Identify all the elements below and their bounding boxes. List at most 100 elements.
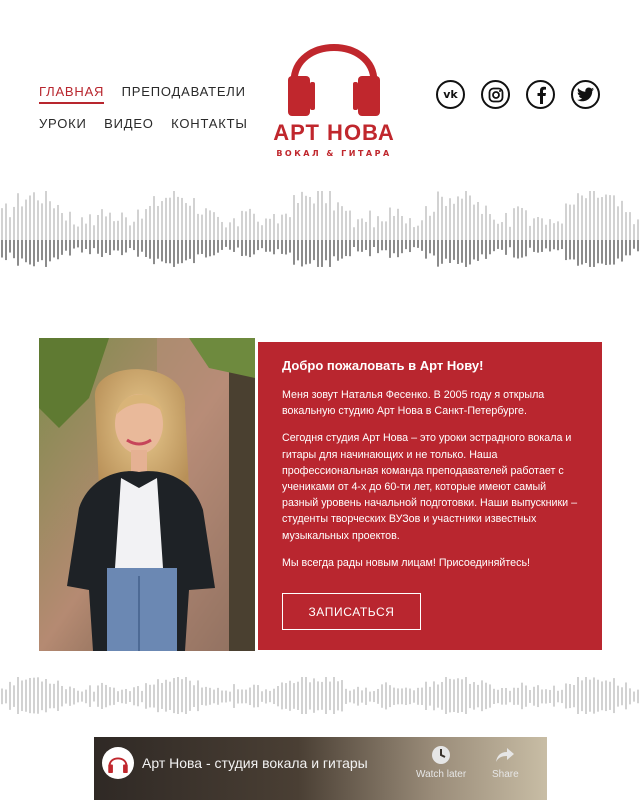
wave-bar xyxy=(105,216,107,240)
wave-bar xyxy=(137,686,139,697)
wave-bar xyxy=(177,240,179,264)
wave-bar xyxy=(577,677,579,697)
wave-bar xyxy=(489,697,491,708)
wave-bar xyxy=(185,240,187,261)
wave-bar xyxy=(537,685,539,697)
vk-icon[interactable]: vk xyxy=(436,80,465,109)
wave-bar xyxy=(201,214,203,240)
wave-bar xyxy=(501,222,503,240)
wave-bar xyxy=(189,205,191,240)
watch-later-button[interactable]: Watch later xyxy=(416,745,466,780)
nav-link-teachers[interactable]: ПРЕПОДАВАТЕЛИ xyxy=(122,84,246,102)
wave-bar xyxy=(17,697,19,714)
wave-bar xyxy=(505,240,507,255)
wave-bar xyxy=(181,679,183,697)
wave-bar xyxy=(53,240,55,258)
wave-bar xyxy=(273,697,275,705)
signup-button[interactable]: ЗАПИСАТЬСЯ xyxy=(282,593,421,630)
wave-bar xyxy=(441,240,443,264)
instagram-icon[interactable] xyxy=(481,80,510,109)
site-logo[interactable]: АРТ НОВА ВОКАЛ & ГИТАРА xyxy=(272,20,396,170)
wave-bar xyxy=(613,697,615,714)
wave-bar xyxy=(453,240,455,260)
wave-bar xyxy=(469,683,471,697)
channel-avatar[interactable] xyxy=(102,747,134,779)
wave-bar xyxy=(497,240,499,249)
wave-bar xyxy=(57,240,59,260)
wave-bar xyxy=(213,689,215,697)
wave-bar xyxy=(425,206,427,240)
wave-bar xyxy=(541,689,543,697)
wave-bar xyxy=(181,697,183,713)
wave-bar xyxy=(81,217,83,240)
wave-bar xyxy=(133,221,135,240)
wave-bar xyxy=(393,697,395,705)
wave-bar xyxy=(241,697,243,704)
wave-bar xyxy=(121,697,123,704)
wave-bar xyxy=(637,697,639,704)
wave-bar xyxy=(177,697,179,714)
wave-bar xyxy=(473,204,475,240)
wave-bar xyxy=(153,684,155,697)
wave-bar xyxy=(421,697,423,705)
wave-bar xyxy=(333,240,335,257)
wave-bar xyxy=(93,225,95,240)
wave-bar xyxy=(557,240,559,251)
wave-bar xyxy=(21,240,23,259)
wave-bar xyxy=(421,220,423,240)
wave-bar xyxy=(185,203,187,240)
wave-bar xyxy=(13,240,15,259)
wave-bar xyxy=(405,240,407,250)
wave-bar xyxy=(617,697,619,707)
wave-bar xyxy=(573,240,575,260)
wave-bar xyxy=(33,697,35,714)
wave-bar xyxy=(285,240,287,255)
nav-link-contacts[interactable]: КОНТАКТЫ xyxy=(171,116,248,134)
share-button[interactable]: Share xyxy=(492,745,519,780)
facebook-icon[interactable] xyxy=(526,80,555,109)
wave-bar xyxy=(561,240,563,250)
wave-bar xyxy=(385,221,387,240)
wave-bar xyxy=(321,191,323,240)
wave-bar xyxy=(357,240,359,252)
wave-bar xyxy=(449,240,451,263)
wave-bar xyxy=(185,697,187,714)
youtube-video-embed[interactable]: Арт Нова - студия вокала и гитары Watch … xyxy=(94,737,547,800)
waveform-divider-bottom xyxy=(0,676,640,718)
wave-bar xyxy=(261,240,263,249)
wave-bar xyxy=(329,191,331,240)
wave-bar xyxy=(309,196,311,240)
wave-bar xyxy=(613,195,615,240)
video-title[interactable]: Арт Нова - студия вокала и гитары xyxy=(142,755,368,771)
wave-bar xyxy=(221,240,223,250)
wave-bar xyxy=(349,697,351,703)
wave-bar xyxy=(33,192,35,240)
wave-bar xyxy=(521,207,523,240)
wave-bar xyxy=(77,226,79,240)
wave-bar xyxy=(45,191,47,240)
wave-bar xyxy=(25,240,27,263)
wave-bar xyxy=(37,200,39,240)
wave-bar xyxy=(117,220,119,240)
wave-bar xyxy=(433,240,435,256)
wave-bar xyxy=(597,197,599,240)
nav-link-video[interactable]: ВИДЕО xyxy=(104,116,154,134)
wave-bar xyxy=(441,681,443,697)
nav-link-lessons[interactable]: УРОКИ xyxy=(39,116,87,134)
wave-bar xyxy=(237,689,239,697)
wave-bar xyxy=(273,214,275,240)
wave-bar xyxy=(633,691,635,697)
wave-bar xyxy=(21,697,23,712)
wave-bar xyxy=(109,687,111,697)
twitter-icon[interactable] xyxy=(571,80,600,109)
wave-bar xyxy=(517,206,519,240)
wave-bar xyxy=(149,697,151,708)
wave-bar xyxy=(29,677,31,697)
wave-bar xyxy=(297,203,299,240)
nav-link-home[interactable]: ГЛАВНАЯ xyxy=(39,84,105,104)
wave-bar xyxy=(361,690,363,697)
wave-bar xyxy=(117,240,119,251)
wave-bar xyxy=(249,240,251,258)
wave-bar xyxy=(401,688,403,697)
wave-bar xyxy=(301,240,303,267)
